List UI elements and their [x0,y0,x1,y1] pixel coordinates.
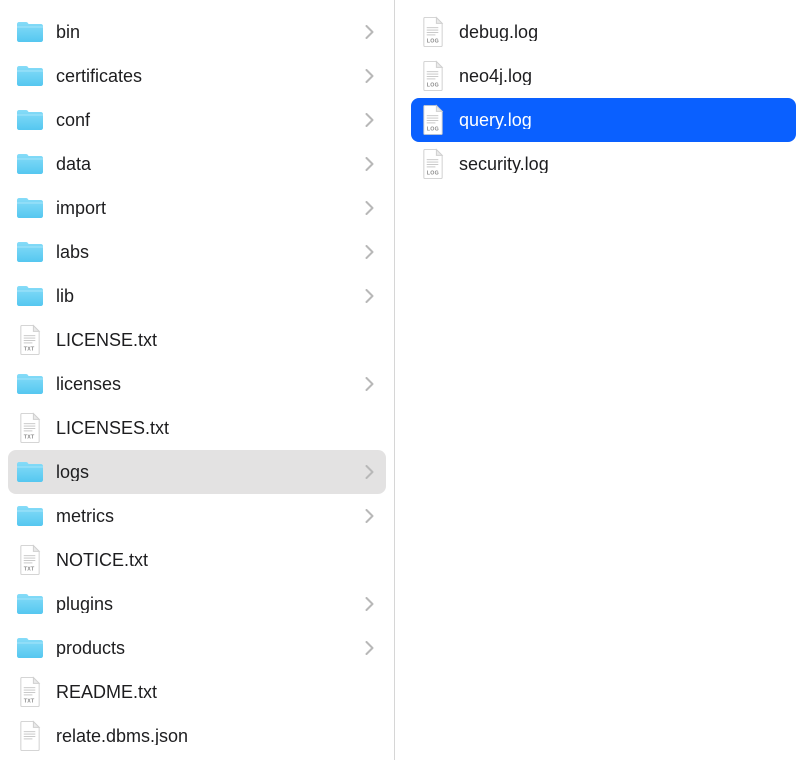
folder-icon [14,280,46,312]
item-notice-txt[interactable]: TXT NOTICE.txt [8,538,386,582]
item-labs[interactable]: labs [8,230,386,274]
item-label: conf [56,111,352,129]
item-security-log[interactable]: LOG security.log [411,142,796,186]
item-metrics[interactable]: metrics [8,494,386,538]
chevron-right-icon [362,377,376,391]
chevron-right-icon [362,597,376,611]
item-products[interactable]: products [8,626,386,670]
chevron-right-icon [362,509,376,523]
finder-column-view: bin certificates conf data import labs [0,0,812,760]
svg-text:LOG: LOG [427,83,439,89]
log-file-icon: LOG [417,104,449,136]
txt-file-icon: TXT [14,412,46,444]
item-label: licenses [56,375,352,393]
folder-icon [14,368,46,400]
item-data[interactable]: data [8,142,386,186]
item-neo4j-log[interactable]: LOG neo4j.log [411,54,796,98]
chevron-right-icon [362,69,376,83]
item-label: debug.log [459,23,786,41]
column-left[interactable]: bin certificates conf data import labs [0,0,395,760]
log-file-icon: LOG [417,148,449,180]
svg-text:TXT: TXT [24,567,35,573]
chevron-right-icon [362,641,376,655]
item-label: plugins [56,595,352,613]
item-label: lib [56,287,352,305]
folder-icon [14,456,46,488]
folder-icon [14,588,46,620]
folder-icon [14,632,46,664]
item-conf[interactable]: conf [8,98,386,142]
item-label: import [56,199,352,217]
folder-icon [14,236,46,268]
txt-file-icon: TXT [14,544,46,576]
item-label: README.txt [56,683,376,701]
chevron-right-icon [362,113,376,127]
json-file-icon [14,720,46,752]
item-label: neo4j.log [459,67,786,85]
folder-icon [14,16,46,48]
item-readme-txt[interactable]: TXT README.txt [8,670,386,714]
svg-text:TXT: TXT [24,435,35,441]
item-query-log[interactable]: LOG query.log [411,98,796,142]
item-bin[interactable]: bin [8,10,386,54]
folder-icon [14,104,46,136]
item-lib[interactable]: lib [8,274,386,318]
item-label: data [56,155,352,173]
item-certificates[interactable]: certificates [8,54,386,98]
item-label: metrics [56,507,352,525]
item-logs[interactable]: logs [8,450,386,494]
item-label: LICENSES.txt [56,419,376,437]
folder-icon [14,192,46,224]
svg-text:TXT: TXT [24,347,35,353]
item-label: products [56,639,352,657]
column-right[interactable]: LOG debug.log LOG neo4j.log LOG query.lo… [395,0,812,760]
item-label: labs [56,243,352,261]
item-licenses-txt[interactable]: TXT LICENSES.txt [8,406,386,450]
svg-text:TXT: TXT [24,699,35,705]
folder-icon [14,60,46,92]
item-label: query.log [459,111,786,129]
item-licenses[interactable]: licenses [8,362,386,406]
svg-text:LOG: LOG [427,39,439,45]
item-label: NOTICE.txt [56,551,376,569]
item-debug-log[interactable]: LOG debug.log [411,10,796,54]
chevron-right-icon [362,245,376,259]
folder-icon [14,500,46,532]
chevron-right-icon [362,289,376,303]
item-license-txt[interactable]: TXT LICENSE.txt [8,318,386,362]
txt-file-icon: TXT [14,324,46,356]
item-label: bin [56,23,352,41]
svg-text:LOG: LOG [427,171,439,177]
chevron-right-icon [362,25,376,39]
item-label: certificates [56,67,352,85]
log-file-icon: LOG [417,60,449,92]
chevron-right-icon [362,201,376,215]
chevron-right-icon [362,157,376,171]
folder-icon [14,148,46,180]
log-file-icon: LOG [417,16,449,48]
item-label: logs [56,463,352,481]
svg-text:LOG: LOG [427,127,439,133]
item-label: security.log [459,155,786,173]
item-label: relate.dbms.json [56,727,376,745]
item-import[interactable]: import [8,186,386,230]
txt-file-icon: TXT [14,676,46,708]
chevron-right-icon [362,465,376,479]
item-plugins[interactable]: plugins [8,582,386,626]
item-relate-json[interactable]: relate.dbms.json [8,714,386,758]
item-label: LICENSE.txt [56,331,376,349]
